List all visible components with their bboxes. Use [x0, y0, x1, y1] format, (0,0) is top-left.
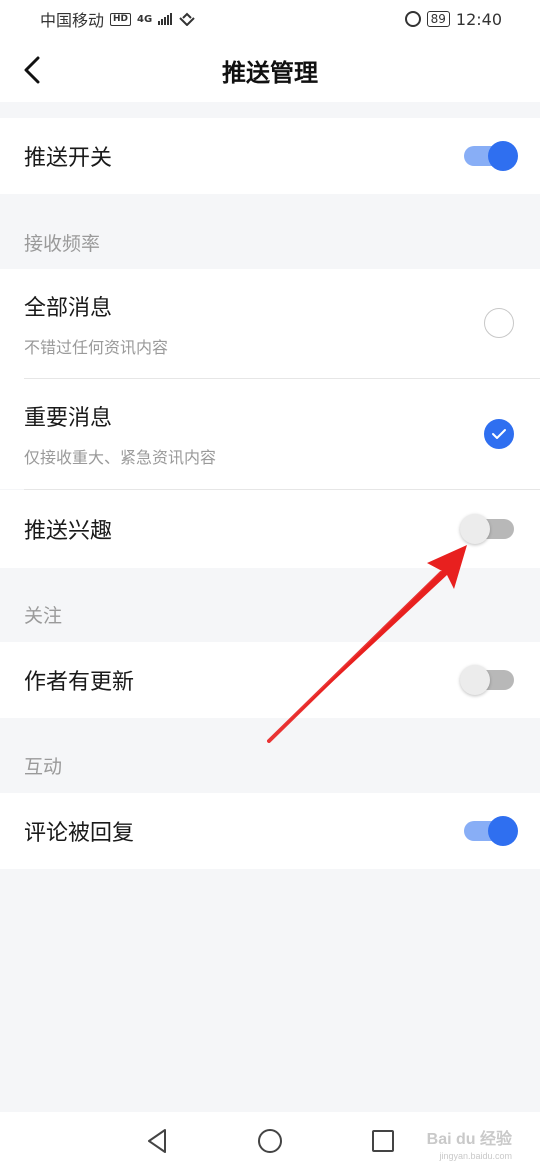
status-bar: 中国移动 HD 4G 89 12:40: [0, 0, 540, 38]
status-left: 中国移动 HD 4G: [40, 7, 196, 31]
push-switch-toggle[interactable]: [464, 141, 518, 171]
nav-back-button[interactable]: [137, 1121, 177, 1161]
check-icon: [492, 429, 506, 439]
signal-icon: [158, 13, 173, 25]
triangle-back-icon: [147, 1129, 166, 1153]
author-update-toggle[interactable]: [460, 665, 516, 695]
push-interest-row[interactable]: 推送兴趣: [0, 490, 540, 568]
frequency-option-all-sub: 不错过任何资讯内容: [24, 338, 169, 357]
follow-section-header: 关注: [24, 605, 63, 627]
frequency-option-important[interactable]: 重要消息 仅接收重大、紧急资讯内容: [0, 379, 540, 489]
circle-home-icon: [257, 1129, 282, 1153]
carrier-label: 中国移动: [40, 11, 105, 30]
clock: 12:40: [455, 9, 502, 29]
frequency-option-important-label: 重要消息: [24, 406, 113, 431]
square-recents-icon: [372, 1130, 395, 1152]
back-button[interactable]: [14, 52, 50, 88]
watermark-text: Bai du 经验: [426, 1131, 512, 1148]
push-interest-label: 推送兴趣: [24, 519, 113, 544]
frequency-option-all[interactable]: 全部消息 不错过任何资讯内容: [0, 269, 540, 379]
frequency-section-header: 接收频率: [24, 233, 101, 255]
frequency-option-all-text: 全部消息 不错过任何资讯内容: [24, 290, 168, 358]
frequency-option-important-sub: 仅接收重大、紧急资讯内容: [24, 448, 217, 467]
comment-reply-toggle[interactable]: [464, 816, 518, 846]
network-type: 4G: [137, 13, 153, 25]
comment-reply-label: 评论被回复: [24, 821, 135, 846]
battery-icon: 89: [426, 11, 450, 27]
frequency-option-all-label: 全部消息: [24, 296, 113, 321]
frequency-option-all-radio[interactable]: [484, 308, 514, 338]
author-update-row[interactable]: 作者有更新: [0, 642, 540, 718]
status-right: 89 12:40: [404, 9, 502, 29]
nav-home-button[interactable]: [250, 1121, 290, 1161]
push-switch-row[interactable]: 推送开关: [0, 118, 540, 194]
page-title: 推送管理: [222, 58, 318, 87]
frequency-option-important-text: 重要消息 仅接收重大、紧急资讯内容: [24, 400, 216, 468]
comment-reply-row[interactable]: 评论被回复: [0, 793, 540, 869]
interaction-section-header: 互动: [24, 756, 63, 778]
push-switch-label: 推送开关: [24, 146, 113, 171]
alarm-icon: [404, 11, 421, 27]
nav-bar: 推送管理: [0, 38, 540, 102]
watermark-sub: jingyan.baidu.com: [439, 1151, 512, 1161]
push-interest-toggle[interactable]: [460, 514, 516, 544]
nav-recents-button[interactable]: [363, 1121, 403, 1161]
hd-icon: HD: [110, 12, 132, 26]
author-update-label: 作者有更新: [24, 670, 135, 695]
wifi-icon: [179, 12, 195, 26]
frequency-option-important-radio[interactable]: [484, 419, 514, 449]
chevron-left-icon: [24, 56, 40, 84]
baidu-watermark: Bai du 经验 jingyan.baidu.com: [427, 1132, 512, 1164]
